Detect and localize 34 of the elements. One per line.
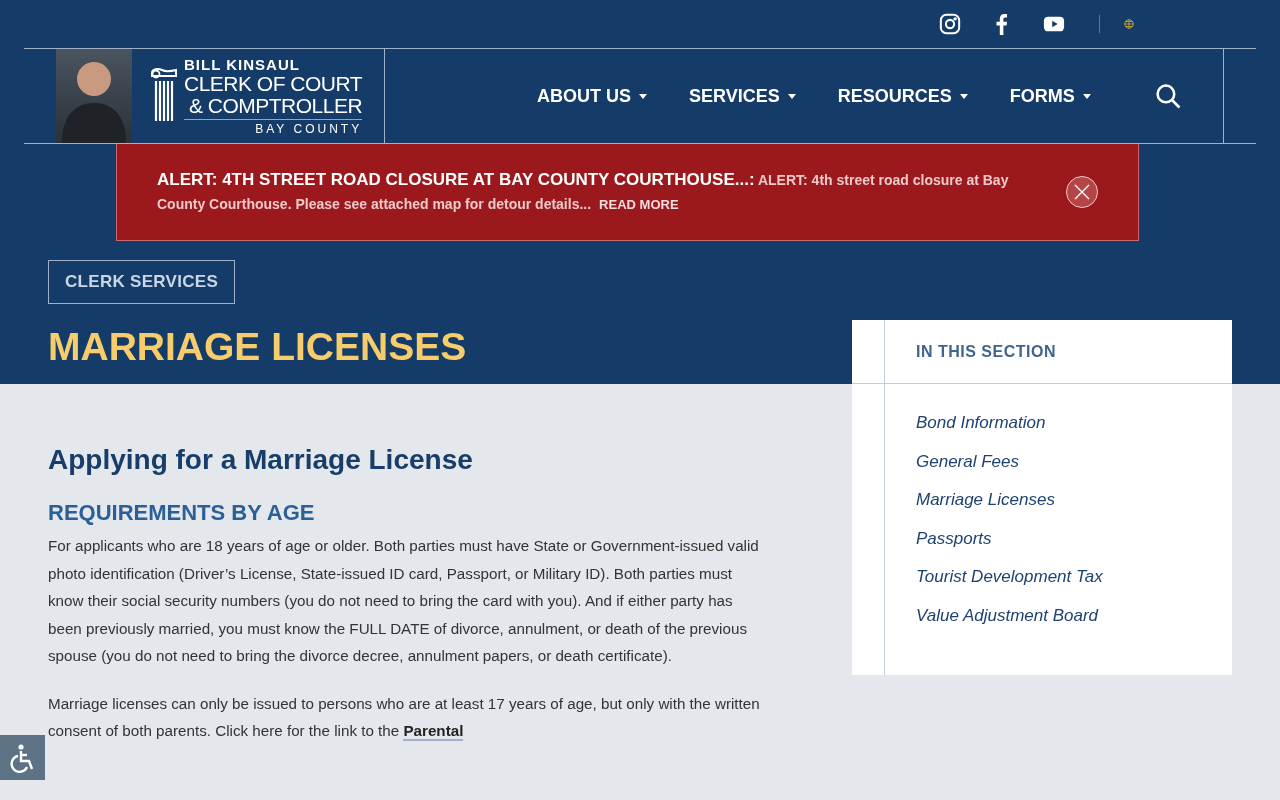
alert-message: ALERT: 4TH STREET ROAD CLOSURE AT BAY COUNTY COURTHOUSE...: ALERT: 4th street road closure at Bay County Courthouse. Please see attached map for detour details... READ MORE	[157, 168, 1010, 214]
logo-name: BILL KINSAUL	[184, 56, 300, 73]
section-heading: Applying for a Marriage License	[48, 444, 474, 476]
caret-icon	[959, 93, 968, 99]
logo-title: CLERK OF COURT	[184, 73, 363, 95]
caret-icon	[1082, 93, 1091, 99]
parental-consent-link[interactable]: Parental	[403, 722, 464, 741]
page-title: MARRIAGE LICENSES	[48, 324, 468, 370]
sidebar-heading: IN THIS SECTION	[916, 342, 1056, 361]
read-more-link[interactable]: READ MORE	[599, 196, 679, 212]
logo-title: & COMPTROLLER	[188, 95, 363, 117]
globe-icon[interactable]	[1124, 19, 1134, 29]
nav-menu-item[interactable]: ABOUT US	[537, 85, 647, 107]
nav-menu-item[interactable]: FORMS	[1009, 85, 1091, 107]
accessibility-button[interactable]	[0, 735, 45, 780]
close-icon	[1074, 184, 1090, 200]
nav-menu-item[interactable]: RESOURCES	[837, 85, 968, 107]
breadcrumb-link[interactable]: CLERK SERVICES	[48, 260, 236, 304]
body-paragraph: Marriage licenses can only be issued to persons who are at least 17 years of age, but only with the written consent of both parents. Click here for the link to the Parental	[48, 693, 761, 743]
body-paragraph: For applicants who are 18 years of age or older. Both parties must have State or Government-issued valid photo identification (Driver’s License, State-issued ID card, Passport, or Military ID). Both parties must know their social security numbers (you do not need to bring the card with you). And if either party has been previously married, you must know the FULL DATE of divorce, annulment, or death of the previous spouse (you do not need to bring the divorce decree, annulment papers, or death certificate).	[48, 536, 760, 666]
sidebar-link[interactable]: Passports	[916, 519, 992, 558]
logo-county: BAY COUNTY	[184, 119, 363, 136]
nav-menu-item[interactable]: SERVICES	[689, 85, 796, 107]
sidebar-link[interactable]: General Fees	[916, 442, 1019, 481]
sidebar-link[interactable]: Bond Information	[916, 404, 1046, 443]
caret-icon	[787, 93, 796, 99]
close-button[interactable]	[1066, 176, 1098, 208]
sidebar-link[interactable]: Tourist Development Tax	[916, 558, 1103, 597]
search-icon[interactable]	[1154, 83, 1181, 109]
sidebar-link[interactable]: Value Adjustment Board	[916, 596, 1099, 635]
sidebar-link[interactable]: Marriage Licenses	[916, 481, 1055, 520]
subheading: REQUIREMENTS BY AGE	[48, 500, 316, 526]
caret-icon	[639, 93, 647, 99]
instagram-icon[interactable]	[939, 13, 961, 35]
